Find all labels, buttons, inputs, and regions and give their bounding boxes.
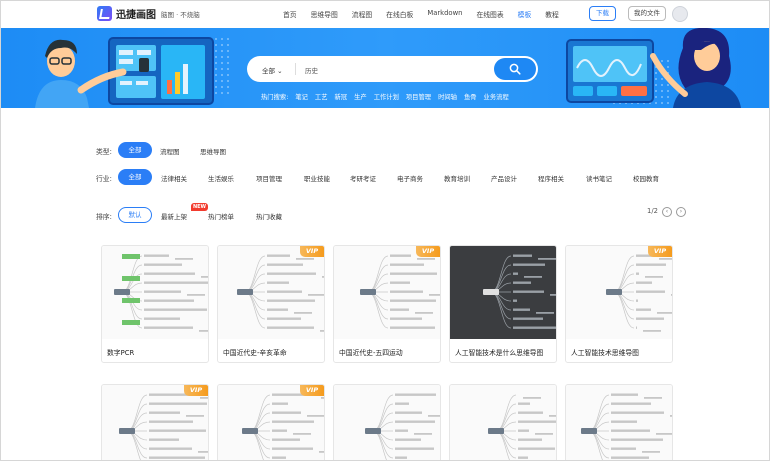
template-thumbnail bbox=[218, 246, 324, 339]
avatar[interactable] bbox=[672, 6, 688, 22]
sort-hot-list[interactable]: 热门榜单 bbox=[208, 211, 234, 221]
new-badge: NEW bbox=[191, 203, 208, 211]
next-page-button[interactable]: › bbox=[676, 207, 686, 217]
download-button[interactable]: 下载 bbox=[589, 6, 616, 21]
template-thumbnail bbox=[450, 246, 556, 339]
industry-option[interactable]: 产品设计 bbox=[491, 173, 517, 183]
template-card[interactable] bbox=[333, 384, 441, 460]
man-with-board-illustration bbox=[35, 37, 214, 108]
hot-term[interactable]: 业务流程 bbox=[484, 92, 509, 101]
template-title: 数字PCR bbox=[107, 349, 135, 357]
vip-badge: VIP bbox=[184, 385, 208, 396]
vip-badge: VIP bbox=[416, 246, 440, 257]
template-thumbnail bbox=[102, 246, 208, 339]
template-card[interactable]: VIP bbox=[101, 384, 209, 460]
hot-term[interactable]: 时间轴 bbox=[438, 92, 457, 101]
search-input[interactable]: 历史 bbox=[305, 65, 318, 75]
template-title: 人工智能技术思维导图 bbox=[571, 349, 639, 357]
template-card[interactable]: VIP 中国近代史-辛亥革命 bbox=[217, 245, 325, 363]
prev-page-button[interactable]: ‹ bbox=[662, 207, 672, 217]
hot-term[interactable]: 笔记 bbox=[295, 92, 308, 101]
chevron-right-icon: › bbox=[679, 208, 683, 215]
template-thumbnail bbox=[102, 385, 208, 460]
industry-option[interactable]: 职业技能 bbox=[304, 173, 330, 183]
template-thumbnail bbox=[218, 385, 324, 460]
logo[interactable]: 迅捷画图 脑图 · 不烧脑 bbox=[97, 6, 200, 21]
search-scope-value: 全部 bbox=[262, 67, 275, 75]
browser-viewport: 迅捷画图 脑图 · 不烧脑 首页 思维导图 流程图 在线白板 Markdown … bbox=[0, 0, 770, 461]
nav-flowchart[interactable]: 流程图 bbox=[352, 9, 372, 19]
nav-templates[interactable]: 模板 bbox=[518, 9, 532, 19]
template-thumbnail bbox=[334, 385, 440, 460]
template-card[interactable]: 人工智能技术是什么思维导图 bbox=[449, 245, 557, 363]
type-mindmap[interactable]: 思维导图 bbox=[200, 146, 226, 156]
nav-whiteboard[interactable]: 在线白板 bbox=[386, 9, 413, 19]
industry-all[interactable]: 全部 bbox=[118, 169, 152, 185]
template-title: 中国近代史-五四运动 bbox=[339, 349, 403, 357]
page-indicator: 1/2 bbox=[647, 207, 658, 215]
chevron-down-icon: ⌄ bbox=[277, 67, 283, 75]
hot-term[interactable]: 工艺 bbox=[315, 92, 328, 101]
template-thumbnail bbox=[566, 385, 672, 460]
industry-filter-label: 行业: bbox=[96, 175, 112, 183]
nav-charts[interactable]: 在线图表 bbox=[476, 9, 503, 19]
chevron-left-icon: ‹ bbox=[665, 208, 669, 215]
template-thumbnail bbox=[450, 385, 556, 460]
industry-option[interactable]: 考研考证 bbox=[350, 173, 376, 183]
hot-search-label: 热门搜索: bbox=[261, 94, 289, 101]
template-card[interactable]: VIP 中国近代史-五四运动 bbox=[333, 245, 441, 363]
search-divider bbox=[295, 63, 296, 75]
nav-tutorials[interactable]: 教程 bbox=[545, 9, 559, 19]
sort-label: 排序: bbox=[96, 213, 112, 221]
type-flowchart[interactable]: 流程图 bbox=[160, 146, 180, 156]
vip-badge: VIP bbox=[300, 246, 324, 257]
template-title: 中国近代史-辛亥革命 bbox=[223, 349, 287, 357]
type-all[interactable]: 全部 bbox=[118, 142, 152, 158]
nav-mindmap[interactable]: 思维导图 bbox=[311, 9, 338, 19]
hot-search-bar: 热门搜索: 笔记 工艺 新冠 生产 工作计划 项目管理 时间轴 鱼骨 业务流程 bbox=[261, 92, 516, 101]
vip-badge: VIP bbox=[300, 385, 324, 396]
main-nav: 首页 思维导图 流程图 在线白板 Markdown 在线图表 模板 教程 bbox=[283, 9, 559, 19]
top-header: 迅捷画图 脑图 · 不烧脑 首页 思维导图 流程图 在线白板 Markdown … bbox=[1, 1, 769, 28]
industry-option[interactable]: 读书笔记 bbox=[586, 173, 612, 183]
hot-term[interactable]: 工作计划 bbox=[374, 92, 399, 101]
hot-term[interactable]: 项目管理 bbox=[406, 92, 431, 101]
template-thumbnail bbox=[566, 246, 672, 339]
hot-term[interactable]: 生产 bbox=[354, 92, 367, 101]
industry-option[interactable]: 项目管理 bbox=[256, 173, 282, 183]
industry-option[interactable]: 法律相关 bbox=[161, 173, 187, 183]
industry-option[interactable]: 生活娱乐 bbox=[208, 173, 234, 183]
my-files-button[interactable]: 我的文件 bbox=[628, 6, 666, 21]
logo-text: 迅捷画图 bbox=[116, 10, 156, 21]
logo-icon bbox=[97, 6, 112, 21]
type-filter-label: 类型: bbox=[96, 148, 112, 156]
logo-tagline: 脑图 · 不烧脑 bbox=[161, 10, 200, 19]
sort-default[interactable]: 默认 bbox=[118, 207, 152, 223]
nav-home[interactable]: 首页 bbox=[283, 9, 297, 19]
sort-hot-favorites[interactable]: 热门收藏 bbox=[256, 211, 282, 221]
template-card[interactable]: VIP 人工智能技术思维导图 bbox=[565, 245, 673, 363]
template-card[interactable] bbox=[449, 384, 557, 460]
industry-option[interactable]: 程序相关 bbox=[538, 173, 564, 183]
industry-option[interactable]: 校园教育 bbox=[633, 173, 659, 183]
vip-badge: VIP bbox=[648, 246, 672, 257]
hot-term[interactable]: 新冠 bbox=[335, 92, 348, 101]
template-title: 人工智能技术是什么思维导图 bbox=[455, 349, 544, 357]
search-icon bbox=[509, 63, 521, 75]
hot-term[interactable]: 鱼骨 bbox=[464, 92, 477, 101]
woman-with-chart-illustration bbox=[566, 28, 741, 108]
industry-option[interactable]: 教育培训 bbox=[444, 173, 470, 183]
sort-newest[interactable]: 最新上架 bbox=[161, 211, 187, 221]
search-button[interactable] bbox=[494, 58, 536, 80]
template-card[interactable]: 数字PCR bbox=[101, 245, 209, 363]
template-card[interactable]: VIP bbox=[217, 384, 325, 460]
nav-markdown[interactable]: Markdown bbox=[427, 9, 462, 19]
template-thumbnail bbox=[334, 246, 440, 339]
template-card[interactable] bbox=[565, 384, 673, 460]
search-scope-select[interactable]: 全部 ⌄ bbox=[262, 65, 283, 75]
industry-option[interactable]: 电子商务 bbox=[397, 173, 423, 183]
